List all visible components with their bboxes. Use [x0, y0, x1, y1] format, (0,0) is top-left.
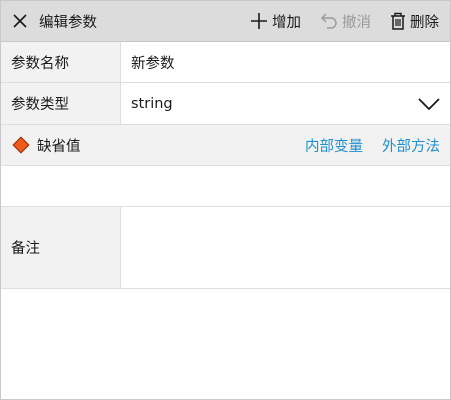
internal-variable-link[interactable]: 内部变量 [305, 135, 363, 156]
parameter-name-label: 参数名称 [1, 42, 121, 82]
close-icon [13, 14, 27, 28]
chevron-down-icon [418, 97, 440, 110]
parameter-type-label: 参数类型 [1, 83, 121, 124]
remark-row: 备注 [1, 207, 450, 289]
edit-parameter-panel: 编辑参数 增加 撤消 删除 参数名称 新参数 参数类型 string 缺省值 内… [0, 0, 451, 400]
default-value-bar: 缺省值 内部变量 外部方法 [1, 125, 450, 166]
remark-field[interactable] [121, 207, 450, 288]
default-value-label: 缺省值 [37, 138, 81, 155]
default-value-field[interactable] [1, 166, 450, 207]
page-title: 编辑参数 [39, 14, 97, 31]
parameter-type-value: string [131, 95, 173, 112]
diamond-icon [12, 136, 30, 154]
trash-icon [391, 12, 405, 30]
close-button[interactable] [1, 1, 39, 42]
delete-button[interactable]: 删除 [390, 11, 439, 32]
remark-label: 备注 [1, 207, 121, 288]
undo-icon [321, 13, 337, 29]
plus-icon [251, 13, 267, 29]
parameter-type-select[interactable]: string [121, 83, 450, 124]
header-bar: 编辑参数 增加 撤消 删除 [1, 1, 450, 42]
undo-button-label: 撤消 [342, 14, 371, 31]
parameter-name-field[interactable]: 新参数 [121, 42, 450, 82]
delete-button-label: 删除 [410, 14, 439, 31]
toolbar: 增加 撤消 删除 [250, 1, 450, 41]
undo-button[interactable]: 撤消 [320, 11, 371, 32]
default-value-links: 内部变量 外部方法 [286, 135, 440, 156]
external-method-link[interactable]: 外部方法 [382, 135, 440, 156]
add-button-label: 增加 [272, 14, 301, 31]
parameter-type-row: 参数类型 string [1, 83, 450, 125]
parameter-name-row: 参数名称 新参数 [1, 42, 450, 83]
add-button[interactable]: 增加 [250, 11, 301, 32]
